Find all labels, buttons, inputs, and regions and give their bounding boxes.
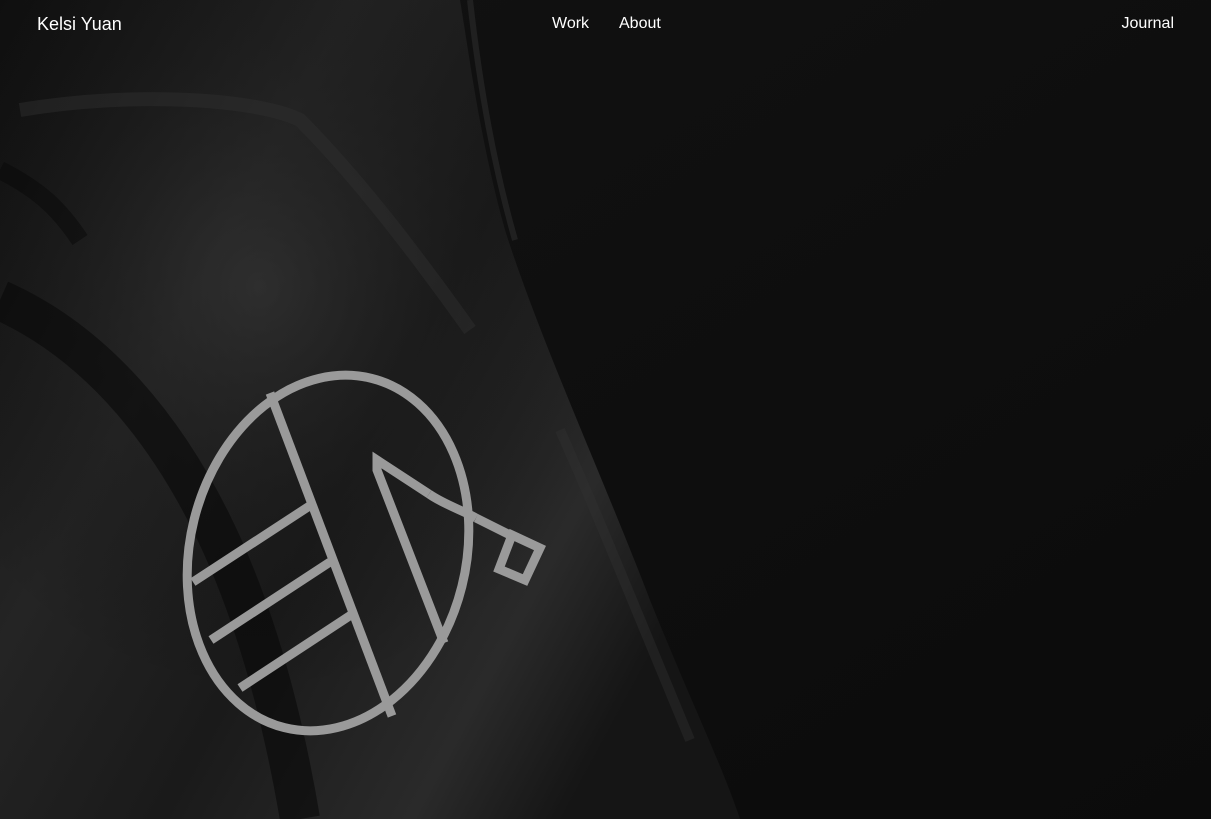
nav-work-link[interactable]: Work [552, 14, 589, 34]
hero-image [0, 0, 1211, 819]
nav-journal-link[interactable]: Journal [1122, 14, 1174, 34]
portfolio-page: Kelsi Yuan Work About Journal [0, 0, 1211, 819]
nav-about-link[interactable]: About [619, 14, 661, 34]
top-navigation: Kelsi Yuan Work About Journal [0, 0, 1211, 48]
brand-logo-text[interactable]: Kelsi Yuan [37, 13, 122, 35]
